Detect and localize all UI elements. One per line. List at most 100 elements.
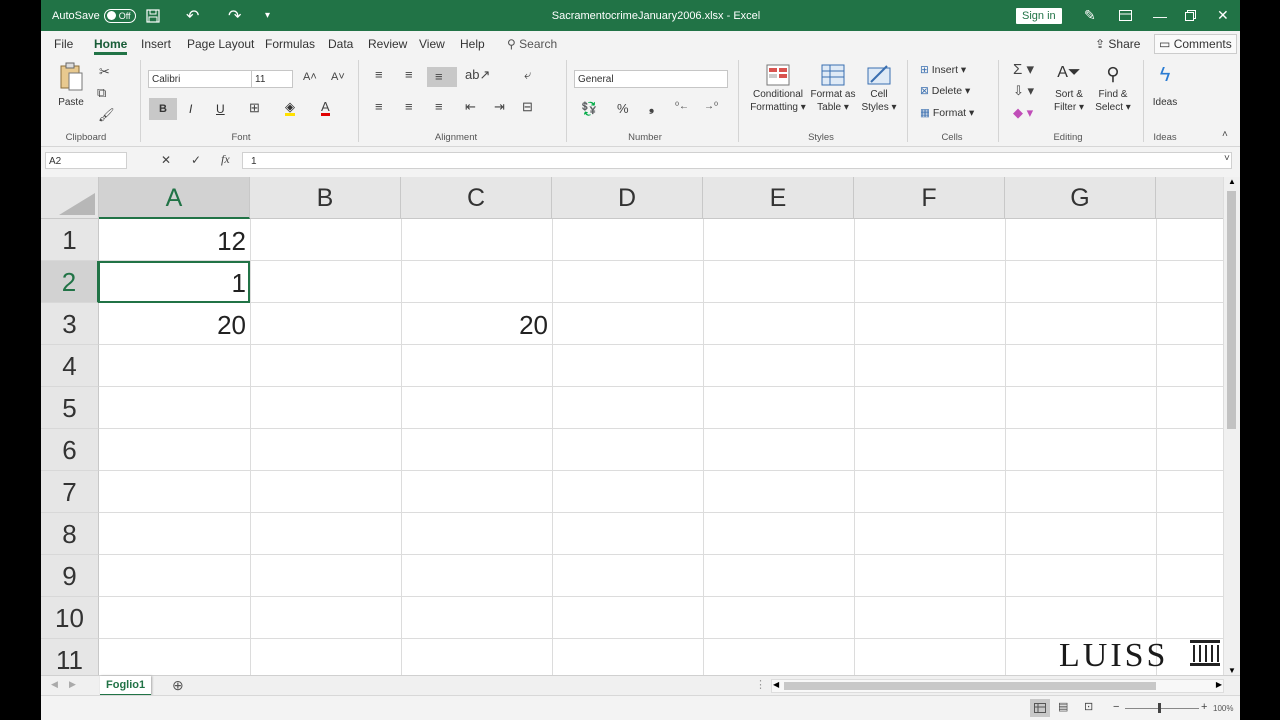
vertical-scroll-thumb[interactable] [1227, 191, 1236, 429]
column-header-e[interactable]: E [703, 177, 854, 219]
add-sheet-icon[interactable]: ⊕ [172, 677, 184, 694]
undo-icon[interactable]: ↶ [186, 0, 199, 31]
format-painter-icon[interactable]: 🖌 [98, 108, 115, 121]
clear-icon[interactable]: ◆ ▾ [1013, 106, 1033, 119]
cancel-icon[interactable]: ✕ [161, 154, 171, 166]
autosave-toggle[interactable]: Off [103, 8, 136, 23]
cell-c3[interactable]: 20 [401, 303, 548, 345]
close-icon[interactable]: ✕ [1217, 0, 1229, 31]
sheet-prev-icon[interactable]: ◀ [51, 679, 58, 690]
zoom-slider-thumb[interactable] [1158, 703, 1161, 713]
bold-button[interactable]: B [149, 98, 177, 120]
cell-a3[interactable]: 20 [99, 303, 246, 345]
borders-icon[interactable]: ⊞ [249, 101, 260, 114]
insert-function-icon[interactable]: fx [221, 153, 230, 165]
align-center-icon[interactable]: ≡ [405, 100, 413, 113]
decrease-indent-icon[interactable]: ⇤ [465, 100, 476, 113]
sort-filter-button[interactable]: A⏷ Sort & Filter ▾ [1051, 64, 1087, 113]
scroll-down-icon[interactable]: ▼ [1228, 666, 1236, 675]
paste-button[interactable]: Paste [58, 62, 84, 108]
comments-button[interactable]: ▭ Comments [1154, 34, 1237, 54]
wrap-text-icon[interactable]: ⤶ [524, 68, 531, 81]
select-all-corner[interactable] [41, 177, 99, 219]
name-box[interactable]: A2 [45, 152, 127, 169]
fill-icon[interactable]: ⇩ ▾ [1013, 84, 1034, 97]
decrease-font-icon[interactable]: A˅ [331, 72, 345, 83]
row-header-4[interactable]: 4 [41, 345, 99, 387]
redo-icon[interactable]: ↷ [228, 0, 241, 31]
sheet-tab-foglio1[interactable]: Foglio1 [100, 676, 152, 696]
formula-input[interactable]: 1 [242, 152, 1232, 169]
column-header-f[interactable]: F [854, 177, 1005, 219]
percent-icon[interactable]: % [617, 102, 629, 115]
delete-cells-button[interactable]: ⊠ Delete ▾ [920, 85, 970, 97]
sheet-next-icon[interactable]: ▶ [69, 679, 76, 690]
row-header-2[interactable]: 2 [41, 261, 99, 303]
restore-icon[interactable] [1185, 0, 1196, 31]
tab-formulas[interactable]: Formulas [265, 37, 315, 51]
tab-page-layout[interactable]: Page Layout [187, 37, 254, 51]
normal-view-button[interactable] [1030, 699, 1050, 717]
pen-icon[interactable]: ✎ [1084, 0, 1096, 31]
tab-view[interactable]: View [419, 37, 445, 51]
column-header-d[interactable]: D [552, 177, 703, 219]
row-header-1[interactable]: 1 [41, 219, 99, 261]
save-icon[interactable] [145, 0, 161, 31]
font-size-select[interactable]: 11 [251, 70, 293, 88]
search-box[interactable]: ⚲ Search [507, 37, 557, 51]
format-cells-button[interactable]: ▦ Format ▾ [920, 107, 974, 119]
column-header-g[interactable]: G [1005, 177, 1156, 219]
row-header-3[interactable]: 3 [41, 303, 99, 345]
tab-splitter-icon[interactable]: ⋮ [755, 678, 766, 691]
font-name-select[interactable]: Calibri [148, 70, 252, 88]
align-right-icon[interactable]: ≡ [435, 100, 443, 113]
column-header-h[interactable] [1156, 177, 1224, 219]
number-format-select[interactable]: General [574, 70, 728, 88]
find-select-button[interactable]: ⚲ Find & Select ▾ [1093, 64, 1133, 113]
italic-button[interactable]: I [189, 102, 192, 116]
decrease-decimal-icon[interactable]: →⁰ [704, 102, 718, 112]
increase-font-icon[interactable]: A˄ [303, 72, 317, 83]
accounting-format-icon[interactable]: 💱 [581, 102, 597, 115]
horizontal-scroll-thumb[interactable] [784, 682, 1156, 690]
expand-formula-icon[interactable]: ˅ [1224, 154, 1230, 164]
vertical-scrollbar[interactable]: ▲ ▼ [1223, 177, 1240, 675]
zoom-out-icon[interactable]: − [1113, 702, 1119, 713]
comma-style-icon[interactable]: ❟ [649, 100, 654, 113]
merge-center-icon[interactable]: ⊟ [522, 100, 533, 113]
increase-decimal-icon[interactable]: ⁰← [675, 102, 689, 112]
tab-file[interactable]: File [54, 37, 73, 51]
scroll-left-icon[interactable]: ◀ [773, 680, 779, 689]
orientation-icon[interactable]: ab↗ [465, 68, 490, 81]
row-header-8[interactable]: 8 [41, 513, 99, 555]
autosum-icon[interactable]: Σ ▾ [1013, 62, 1034, 77]
format-as-table-button[interactable]: Format as Table ▾ [809, 64, 857, 113]
row-header-5[interactable]: 5 [41, 387, 99, 429]
customize-icon[interactable]: ▾ [265, 0, 270, 31]
tab-insert[interactable]: Insert [141, 37, 171, 51]
cell-styles-button[interactable]: Cell Styles ▾ [859, 64, 899, 113]
column-header-c[interactable]: C [401, 177, 552, 219]
horizontal-scrollbar[interactable]: ◀ ▶ [771, 679, 1224, 693]
align-bottom-button[interactable]: ≡ [427, 67, 457, 87]
scroll-up-icon[interactable]: ▲ [1228, 177, 1236, 186]
font-color-icon[interactable]: A [321, 100, 330, 116]
row-header-11[interactable]: 11 [41, 639, 99, 675]
zoom-in-icon[interactable]: + [1201, 702, 1207, 713]
increase-indent-icon[interactable]: ⇥ [494, 100, 505, 113]
cell-a1[interactable]: 12 [99, 219, 246, 261]
scroll-right-icon[interactable]: ▶ [1216, 680, 1222, 689]
tab-home[interactable]: Home [94, 37, 128, 55]
zoom-slider[interactable] [1125, 703, 1199, 713]
insert-cells-button[interactable]: ⊞ Insert ▾ [920, 64, 966, 76]
ribbon-display-icon[interactable] [1119, 0, 1132, 31]
page-break-view-icon[interactable]: ⊡ [1084, 702, 1093, 713]
underline-button[interactable]: U [216, 102, 225, 116]
tab-data[interactable]: Data [328, 37, 353, 51]
row-header-7[interactable]: 7 [41, 471, 99, 513]
conditional-formatting-button[interactable]: Conditional Formatting ▾ [746, 64, 810, 113]
fill-color-icon[interactable]: ◈ [285, 100, 295, 116]
row-header-10[interactable]: 10 [41, 597, 99, 639]
enter-icon[interactable]: ✓ [191, 154, 201, 166]
align-left-icon[interactable]: ≡ [375, 100, 383, 113]
